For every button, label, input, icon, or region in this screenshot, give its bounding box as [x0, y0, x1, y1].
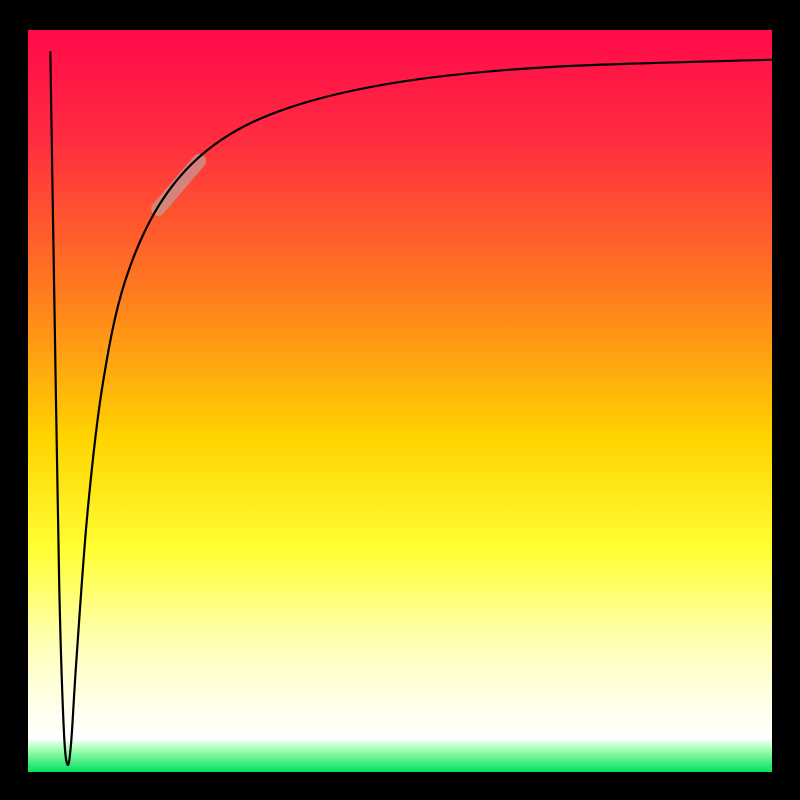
frame-top — [0, 0, 800, 30]
plot-background — [28, 30, 772, 772]
chart-stage: TheBottleneck.com — [0, 0, 800, 800]
frame-right — [772, 0, 800, 800]
frame-bottom — [0, 772, 800, 800]
frame-left — [0, 0, 28, 800]
bottleneck-chart — [0, 0, 800, 800]
